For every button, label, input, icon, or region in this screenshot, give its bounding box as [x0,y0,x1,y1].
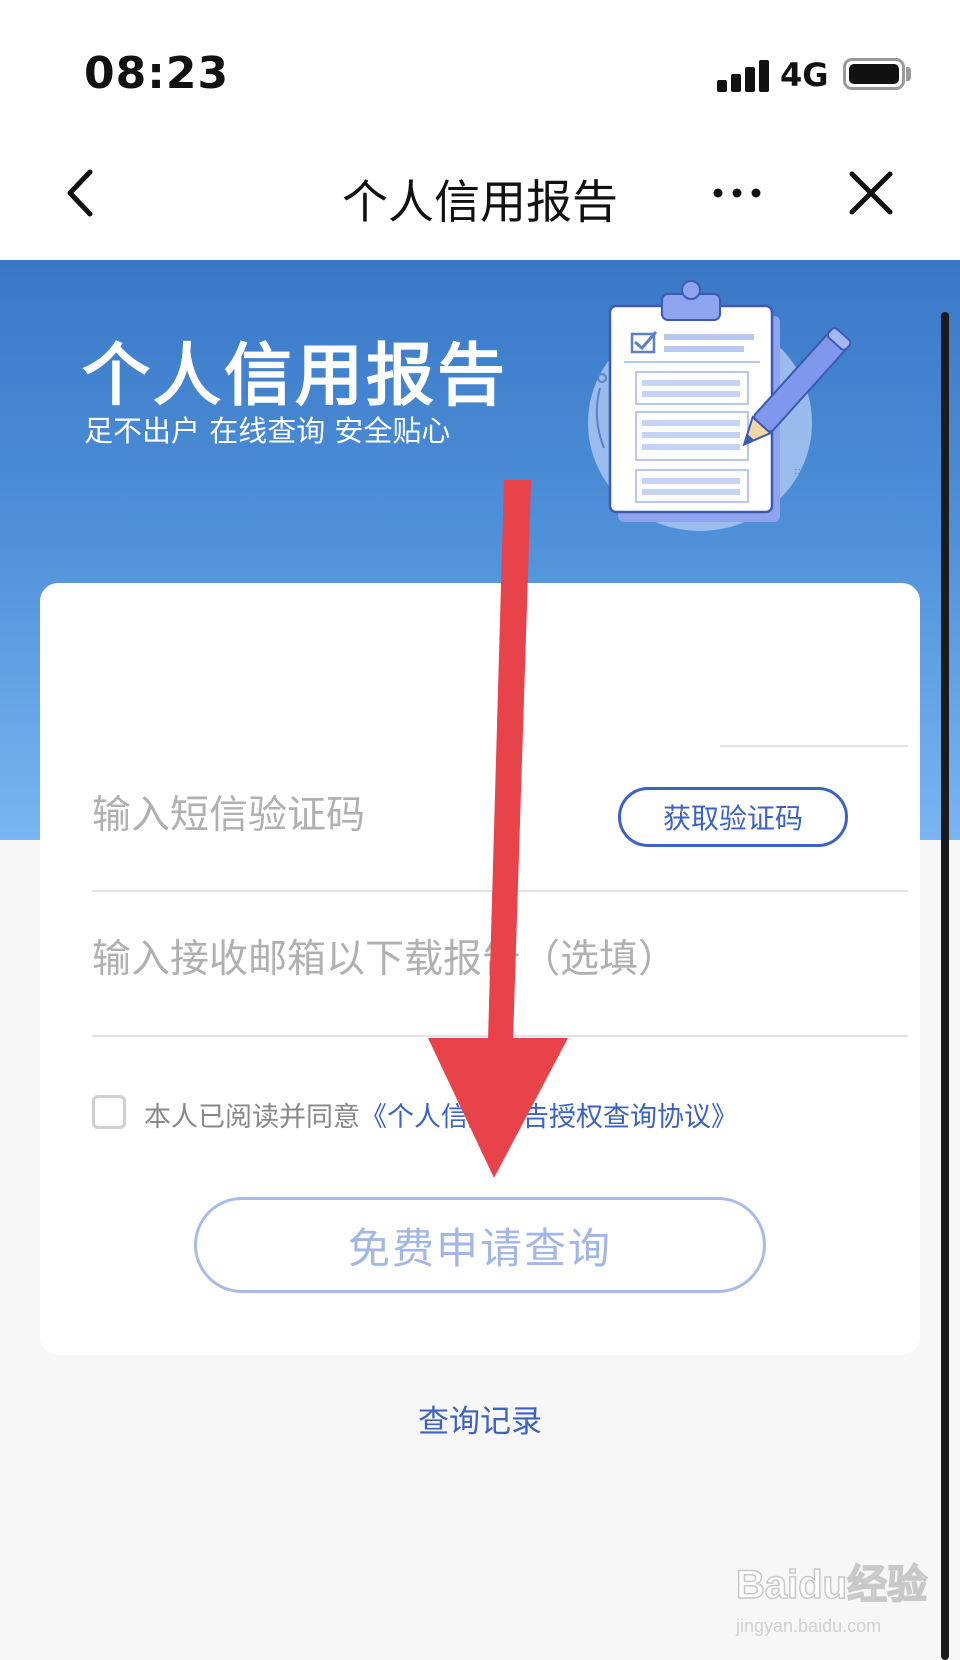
watermark-logo: Baidu经验 [735,1562,928,1608]
field-divider [92,890,908,892]
field-divider [92,1035,908,1037]
email-input[interactable] [92,919,872,999]
nav-bar: 个人信用报告 [0,130,960,260]
battery-tip [906,67,911,81]
query-form-card: 获取验证码 本人已阅读并同意《个人信用报告授权查询协议》 免费申请查询 [40,583,920,1355]
nav-title: 个人信用报告 [342,175,618,229]
svg-text:::: :: [794,466,801,477]
get-code-button[interactable]: 获取验证码 [618,787,848,847]
network-type: 4G [780,56,829,94]
chevron-left-icon [67,169,93,217]
close-icon [849,171,893,215]
sms-code-input[interactable] [92,775,562,855]
close-button[interactable] [842,158,902,228]
status-time: 08:23 [84,48,230,99]
agreement-text: 本人已阅读并同意《个人信用报告授权查询协议》 [144,1095,738,1134]
agreement-link[interactable]: 《个人信用报告授权查询协议》 [360,1102,738,1133]
query-history-link[interactable]: 查询记录 [380,1396,580,1441]
agreement-row: 本人已阅读并同意《个人信用报告授权查询协议》 [92,1095,872,1145]
baidu-watermark: Baidu经验 jingyan.baidu.com [728,1552,928,1652]
more-dots-icon [713,188,761,198]
watermark-url: jingyan.baidu.com [736,1616,882,1636]
free-query-button[interactable]: 免费申请查询 [194,1197,766,1293]
hero-title: 个人信用报告 [82,337,509,416]
field-divider [720,745,908,747]
agreement-prefix: 本人已阅读并同意 [144,1102,360,1133]
clipboard-illustration-icon: :: [588,280,852,531]
battery-icon [843,58,905,90]
hero-subtitle: 足不出户 在线查询 安全贴心 [84,414,451,448]
signal-strength-icon [717,58,773,92]
status-bar: 08:23 4G [0,0,960,130]
more-button[interactable] [708,168,768,218]
back-button[interactable] [52,158,112,228]
agreement-checkbox[interactable] [92,1095,126,1129]
scrollbar[interactable] [941,312,949,1660]
